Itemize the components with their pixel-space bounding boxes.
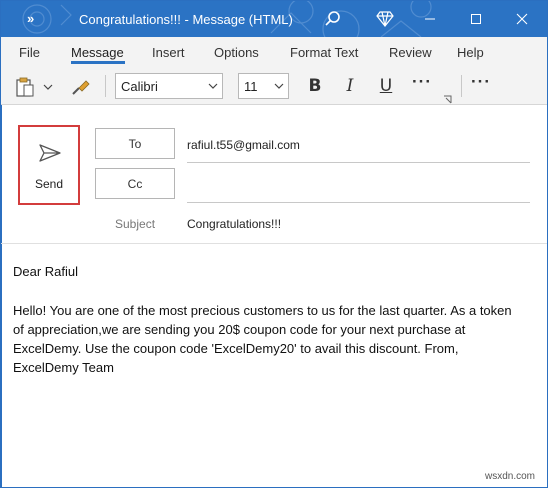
chevron-down-icon	[274, 83, 284, 89]
minimize-icon	[425, 18, 435, 20]
close-button[interactable]	[499, 1, 545, 37]
minimize-button[interactable]	[407, 1, 453, 37]
message-window: » Congratulations!!! - Message (HTML) Fi…	[0, 0, 548, 488]
restore-icon	[471, 14, 481, 24]
tab-message[interactable]: Message	[71, 45, 124, 60]
underline-button[interactable]: U	[375, 76, 397, 96]
font-size-select[interactable]: 11	[238, 73, 289, 99]
tab-format-text[interactable]: Format Text	[290, 45, 358, 60]
send-button[interactable]: Send	[18, 125, 80, 205]
dialog-launcher-icon	[443, 95, 451, 103]
ribbon: Calibri 11 B I U ··· ···	[1, 67, 547, 105]
clipboard-icon	[16, 77, 34, 97]
more-formatting-button[interactable]: ···	[411, 72, 433, 92]
tab-options[interactable]: Options	[214, 45, 259, 60]
message-body[interactable]: Hello! You are one of the most precious …	[13, 301, 523, 377]
send-label: Send	[34, 177, 64, 191]
paste-options-dropdown[interactable]	[41, 79, 55, 95]
active-tab-indicator	[71, 61, 125, 64]
paste-button[interactable]	[13, 75, 37, 99]
chevron-down-icon	[208, 83, 218, 89]
window-border	[1, 105, 2, 488]
to-field[interactable]: rafiul.t55@gmail.com	[187, 138, 300, 152]
ribbon-overflow-button[interactable]: ···	[470, 72, 492, 92]
header-divider	[1, 243, 547, 244]
format-painter-button[interactable]	[69, 75, 93, 99]
send-icon	[39, 144, 61, 162]
tab-insert[interactable]: Insert	[152, 45, 185, 60]
ribbon-separator	[105, 75, 106, 97]
to-button[interactable]: To	[95, 128, 175, 159]
font-name-value: Calibri	[121, 78, 158, 94]
overflow-chevron-icon[interactable]: »	[27, 11, 34, 26]
cc-button[interactable]: Cc	[95, 168, 175, 199]
subject-label: Subject	[115, 217, 156, 231]
tab-review[interactable]: Review	[389, 45, 432, 60]
bold-button[interactable]: B	[304, 76, 326, 96]
ribbon-separator	[461, 75, 462, 97]
to-field-underline	[187, 162, 530, 163]
tab-help[interactable]: Help	[457, 45, 484, 60]
cc-field-underline	[187, 202, 530, 203]
watermark: wsxdn.com	[485, 471, 536, 482]
tab-file[interactable]: File	[19, 45, 40, 60]
font-dialog-launcher[interactable]	[442, 94, 452, 104]
chevron-down-icon	[43, 84, 53, 90]
font-name-select[interactable]: Calibri	[115, 73, 223, 99]
window-title: Congratulations!!! - Message (HTML)	[79, 12, 293, 27]
close-icon	[516, 13, 528, 25]
diamond-icon[interactable]	[373, 7, 397, 31]
paintbrush-icon	[72, 80, 90, 95]
message-greeting[interactable]: Dear Rafiul	[13, 264, 78, 279]
search-icon[interactable]	[321, 7, 345, 31]
font-size-value: 11	[244, 78, 258, 94]
title-bar: » Congratulations!!! - Message (HTML)	[1, 1, 547, 37]
restore-button[interactable]	[453, 1, 499, 37]
subject-field[interactable]: Congratulations!!!	[187, 217, 281, 231]
italic-button[interactable]: I	[339, 76, 361, 96]
